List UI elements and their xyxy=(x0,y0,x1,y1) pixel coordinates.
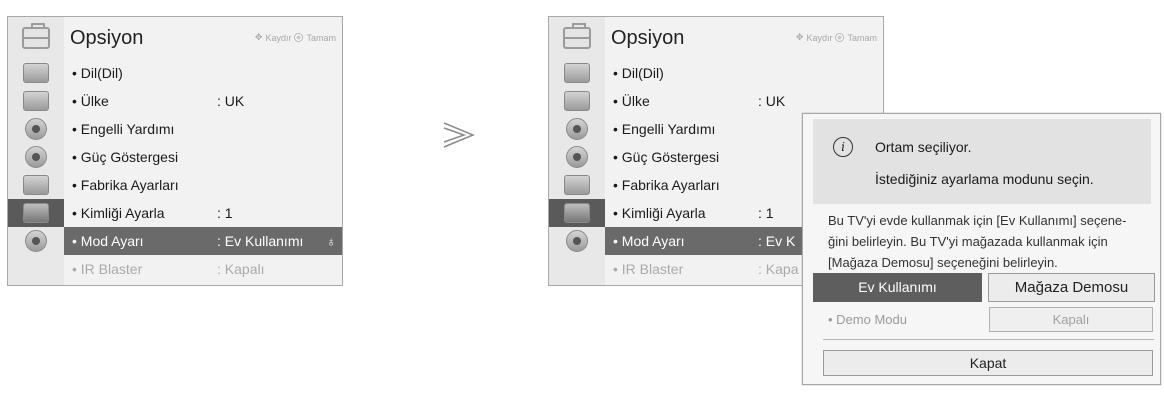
divider xyxy=(823,339,1154,340)
country-value: : UK xyxy=(217,93,245,109)
menu-item-country[interactable]: Ülke: UK xyxy=(64,87,342,115)
category-icon-column xyxy=(549,17,605,285)
menu-item-set-id[interactable]: Kimliği Ayarla: 1 xyxy=(64,199,342,227)
option-menu-left: Opsiyon ✥ Kaydır Tamam Dil(Dil) Ülke: UK… xyxy=(7,16,343,286)
time-icon[interactable] xyxy=(549,143,605,171)
move-icon: ✥ xyxy=(795,32,804,42)
hint-move: Kaydır xyxy=(265,32,292,43)
hint-move: Kaydır xyxy=(806,32,833,43)
lock-icon[interactable] xyxy=(8,171,64,199)
category-icon-column xyxy=(8,17,64,285)
menu-header: Opsiyon ✥ Kaydır Tamam xyxy=(605,17,883,59)
hint-ok: Tamam xyxy=(306,32,336,43)
hint-ok: Tamam xyxy=(847,32,877,43)
screen-icon[interactable] xyxy=(549,87,605,115)
lock-icon[interactable] xyxy=(549,171,605,199)
dialog-description: Bu TV'yi evde kullanmak için [Ev Kullanı… xyxy=(828,210,1158,273)
transition-arrow-icon xyxy=(443,122,475,148)
menu-item-accessibility[interactable]: Engelli Yardımı xyxy=(64,115,342,143)
store-demo-button[interactable]: Mağaza Demosu xyxy=(988,273,1155,302)
menu-item-ir-blaster: IR Blaster: Kapalı xyxy=(64,255,342,283)
time-icon[interactable] xyxy=(8,143,64,171)
country-value: : UK xyxy=(758,93,786,109)
menu-header: Opsiyon ✥ Kaydır Tamam xyxy=(64,17,342,59)
home-use-button[interactable]: Ev Kullanımı xyxy=(813,273,982,302)
mode-setting-dialog: i Ortam seçiliyor. İstediğiniz ayarlama … xyxy=(802,113,1161,385)
set-id-value: : 1 xyxy=(217,205,233,221)
nav-hints: ✥ Kaydır Tamam xyxy=(255,32,336,43)
set-id-value: : 1 xyxy=(758,205,774,221)
menu-title: Opsiyon xyxy=(611,26,685,49)
audio-icon[interactable] xyxy=(8,115,64,143)
desc-line-1: Bu TV'yi evde kullanmak için [Ev Kullanı… xyxy=(828,213,1127,228)
ok-icon xyxy=(835,33,845,42)
option-category-icon xyxy=(549,17,605,59)
mode-value: : Ev Kullanımı xyxy=(217,233,304,249)
menu-item-factory-reset[interactable]: Fabrika Ayarları xyxy=(64,171,342,199)
picture-icon[interactable] xyxy=(549,59,605,87)
menu-items: Dil(Dil) Ülke: UK Engelli Yardımı Güç Gö… xyxy=(64,59,342,283)
move-icon: ✥ xyxy=(254,32,263,42)
info-line-1: Ortam seçiliyor. xyxy=(875,139,972,155)
option-category-icon xyxy=(8,17,64,59)
nav-hints: ✥ Kaydır Tamam xyxy=(796,32,877,43)
close-button[interactable]: Kapat xyxy=(823,350,1153,376)
desc-line-2: ğini belirleyin. Bu TV'yi mağazada kulla… xyxy=(828,234,1108,249)
ok-icon xyxy=(294,33,304,42)
picture-icon[interactable] xyxy=(8,59,64,87)
desc-line-3: [Mağaza Demosu] seçeneğini belirleyin. xyxy=(828,255,1058,270)
demo-mode-label: Demo Modu xyxy=(828,312,907,327)
demo-mode-value: Kapalı xyxy=(989,307,1153,332)
menu-item-country[interactable]: Ülke: UK xyxy=(605,87,883,115)
option-icon[interactable] xyxy=(549,199,605,227)
audio-icon[interactable] xyxy=(549,115,605,143)
menu-item-mode-setting[interactable]: Mod Ayarı: Ev Kullanımı♁ xyxy=(64,227,342,255)
ir-value: : Kapa xyxy=(758,261,799,277)
ir-value: : Kapalı xyxy=(217,261,265,277)
menu-item-language[interactable]: Dil(Dil) xyxy=(605,59,883,87)
option-icon[interactable] xyxy=(8,199,64,227)
info-icon: i xyxy=(833,137,853,157)
menu-item-language[interactable]: Dil(Dil) xyxy=(64,59,342,87)
info-line-2: İstediğiniz ayarlama modunu seçin. xyxy=(875,171,1094,187)
network-icon[interactable] xyxy=(549,227,605,255)
network-icon[interactable] xyxy=(8,227,64,255)
adjust-icon: ♁ xyxy=(326,233,336,249)
menu-title: Opsiyon xyxy=(70,26,144,49)
menu-item-power-indicator[interactable]: Güç Göstergesi xyxy=(64,143,342,171)
screen-icon[interactable] xyxy=(8,87,64,115)
info-banner: i Ortam seçiliyor. İstediğiniz ayarlama … xyxy=(813,119,1151,204)
mode-value: : Ev K xyxy=(758,233,796,249)
